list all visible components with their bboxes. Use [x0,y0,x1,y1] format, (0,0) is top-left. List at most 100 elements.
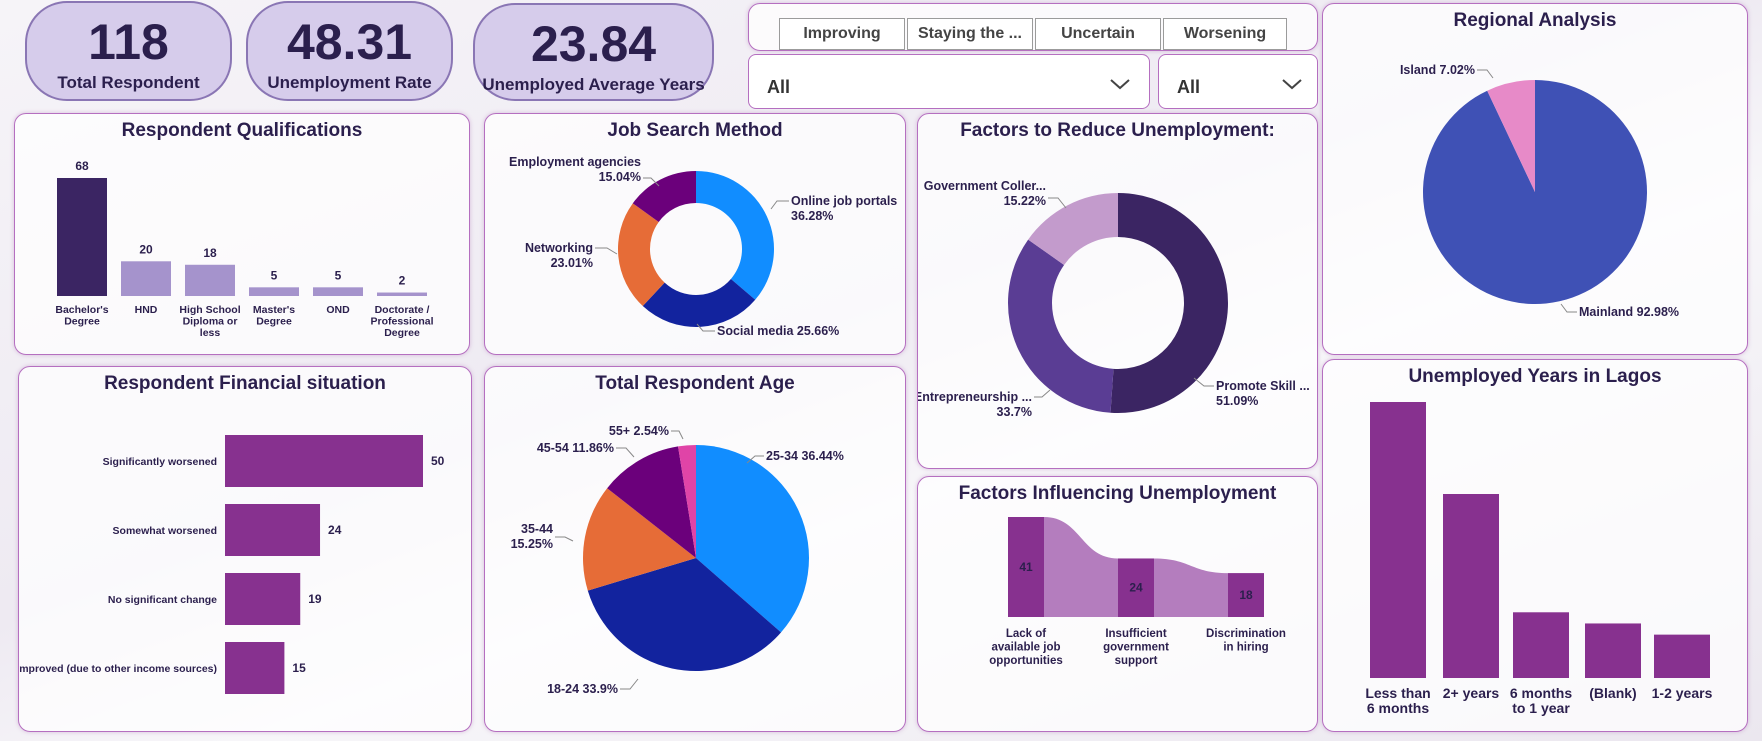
slice-label: 45-54 11.86% [537,441,614,455]
job-search-card: Job Search Method Online job portals 36.2… [484,113,906,355]
data-label: 18 [1239,588,1253,602]
category-label: Degree [384,327,420,339]
category-label: 6 months [1367,700,1429,716]
slicer-button-uncertain[interactable]: Uncertain [1035,18,1161,50]
category-label: Significantly worsened [103,456,217,468]
data-label: 5 [271,268,278,282]
age-pie-chart: 25-34 36.44% 18-24 33.9% 35-4415.25% 45-54 … [511,424,844,696]
slicer-button-improving[interactable]: Improving [779,18,905,50]
leader-line [1477,69,1494,79]
leader-line [671,430,684,440]
slice-label: 25-34 36.44% [766,449,844,463]
bar [121,261,171,296]
data-label: 18 [203,246,217,260]
category-label: Bachelor's [55,304,108,316]
category-label: Diploma or [183,316,238,328]
bar [1585,623,1641,678]
category-label: opportunities [989,655,1062,667]
bar [225,504,321,556]
data-label: 50 [431,454,445,468]
influencing-card: Factors Influencing Unemployment 41 Lack … [917,476,1318,732]
dropdown-value: All [767,77,791,97]
bar [185,264,235,296]
category-label: government [1103,642,1169,654]
data-label: 15 [292,661,306,675]
bar [225,642,285,694]
chevron-down-icon [1110,79,1130,90]
unemployed-years-card: Unemployed Years in Lagos Less than 6 mon… [1322,359,1748,732]
leader-line [770,200,789,210]
kpi-unemployment-rate: 48.31 Unemployment Rate [246,1,453,101]
leader-line [1560,303,1577,313]
kpi-label: Total Respondent [57,73,200,92]
slice-label: 36.28% [791,209,833,223]
slice-label: Government Coller... [924,179,1046,193]
filter-dropdown-2[interactable]: All [1158,54,1318,109]
kpi-unemployed-average-years: 23.84 Unemployed Average Years [473,3,714,101]
reduce-factors-card: Factors to Reduce Unemployment: Promote … [917,113,1318,469]
category-label: OND [326,304,350,316]
slice-label: 15.22% [1004,194,1046,208]
category-label: less [200,327,221,339]
slicer-button-group: Improving Staying the ... Uncertain Wors… [748,3,1318,51]
category-label: Somewhat worsened [113,525,217,537]
leader-line [595,247,618,255]
leader-line [620,678,639,690]
slice-label: Online job portals [791,194,897,208]
kpi-value: 23.84 [530,16,657,72]
data-label: 19 [308,592,322,606]
category-label: Lack of [1006,628,1046,640]
slicer-button-worsening[interactable]: Worsening [1163,18,1287,50]
data-label: 2 [399,274,406,288]
dropdown-value: All [1177,77,1201,97]
category-label: 6 months [1510,685,1572,701]
category-label: Doctorate / [375,304,430,316]
category-label: in hiring [1223,642,1268,654]
influencing-ribbon-chart: 41 Lack of available jobopportunities 24 Ins… [989,517,1286,667]
slice-label: 15.25% [511,537,553,551]
pie-slice [1110,193,1228,413]
kpi-total-respondent: 118 Total Respondent [25,1,232,101]
category-label: High School [179,304,240,316]
slice-label: 23.01% [551,256,593,270]
data-label: 20 [139,242,153,256]
bar [1513,612,1569,678]
data-label: 24 [328,523,342,537]
bar [313,287,363,296]
slice-label: 15.04% [599,170,641,184]
kpi-value: 118 [88,14,169,70]
data-label: 5 [335,268,342,282]
bar [225,435,423,487]
leader-line [1048,197,1067,209]
pie-slice [696,171,774,300]
age-card: Total Respondent Age 25-34 36.44% 18-24 3… [484,366,906,732]
bar [225,573,301,625]
category-label: Degree [64,316,100,328]
category-label: 2+ years [1443,685,1500,701]
category-label: support [1115,655,1158,667]
ribbon [1154,558,1228,617]
slice-label: Promote Skill ... [1216,379,1310,393]
filter-dropdown-1[interactable]: All [748,54,1150,109]
ribbon [1044,517,1118,617]
kpi-label: Unemployment Rate [267,73,432,92]
leader-line [616,447,635,458]
qualifications-card: Respondent Qualifications 68 Bachelor's De… [14,113,470,355]
bar [249,287,299,296]
slice-label: Entrepreneurship ... [918,390,1032,404]
slice-label: 33.7% [997,405,1032,419]
slice-label: 18-24 33.9% [547,682,618,696]
pie-slice [1008,239,1114,413]
category-label: (Blank) [1589,685,1636,701]
slice-label: 51.09% [1216,394,1258,408]
slicer-button-staying[interactable]: Staying the ... [907,18,1033,50]
slice-label: 55+ 2.54% [609,424,669,438]
category-label: No significant change [108,594,217,606]
data-label: 24 [1129,581,1143,595]
leader-line [555,536,574,542]
regional-pie-chart: Mainland 92.98% Island 7.02% [1400,63,1679,319]
regional-card: Regional Analysis Mainland 92.98% Island … [1322,3,1748,355]
bar [1443,494,1499,678]
category-label: Improved (due to other income sources) [19,663,217,675]
leader-line [1034,389,1051,398]
